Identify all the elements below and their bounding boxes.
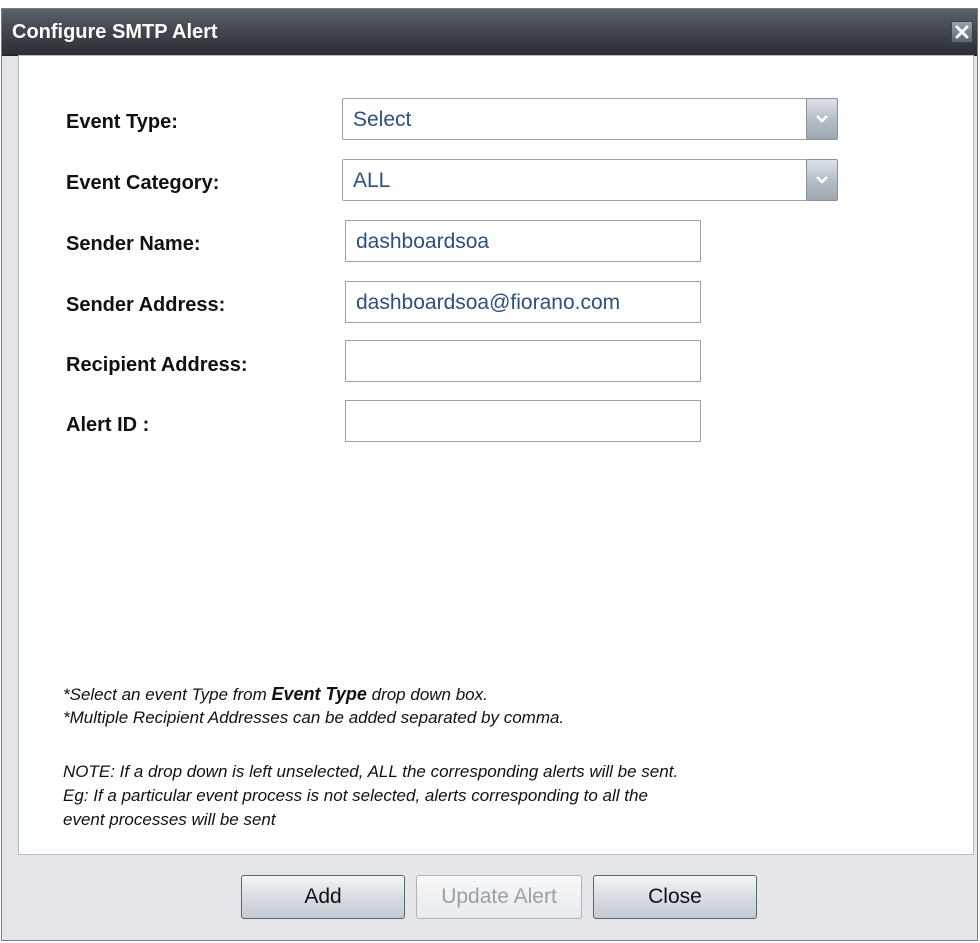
sender-address-field[interactable]: dashboardsoa@fiorano.com [345,281,701,323]
event-category-dropdown[interactable]: ALL [342,159,838,201]
close-button[interactable]: Close [593,875,757,919]
recipient-address-label: Recipient Address: [66,354,248,376]
note-recipients: *Multiple Recipient Addresses can be add… [63,708,565,727]
sender-address-value: dashboardsoa@fiorano.com [356,291,621,314]
note-line1-prefix: *Select an event Type from [63,685,272,704]
sender-name-value: dashboardsoa [356,230,490,253]
alert-id-field[interactable] [345,400,701,442]
dialog-title: Configure SMTP Alert [12,21,218,43]
event-type-value: Select [353,108,412,131]
note-unselected: NOTE: If a drop down is left unselected,… [63,762,679,781]
recipient-address-field[interactable] [345,340,701,382]
chevron-down-icon[interactable] [806,159,838,201]
note-event-type: *Select an event Type from Event Type dr… [63,684,488,705]
note-example: Eg: If a particular event process is not… [63,786,648,805]
event-category-label: Event Category: [66,172,220,194]
update-alert-button[interactable]: Update Alert [416,875,582,919]
add-button[interactable]: Add [241,875,405,919]
chevron-down-icon[interactable] [806,98,838,140]
event-type-dropdown[interactable]: Select [342,98,838,140]
event-type-label: Event Type: [66,111,178,133]
alert-id-label: Alert ID : [66,414,150,436]
note-example-cont: event processes will be sent [63,810,276,829]
note-line1-suffix: drop down box. [366,685,488,704]
sender-address-label: Sender Address: [66,294,226,316]
close-x-icon[interactable] [951,21,973,43]
title-bar[interactable]: Configure SMTP Alert [2,9,977,56]
sender-name-label: Sender Name: [66,233,201,255]
form-panel: Event Type: Select Event Category: ALL S… [18,55,974,855]
note-line1-bold: Event Type [271,684,367,704]
event-category-value: ALL [353,169,391,192]
sender-name-field[interactable]: dashboardsoa [345,220,701,262]
